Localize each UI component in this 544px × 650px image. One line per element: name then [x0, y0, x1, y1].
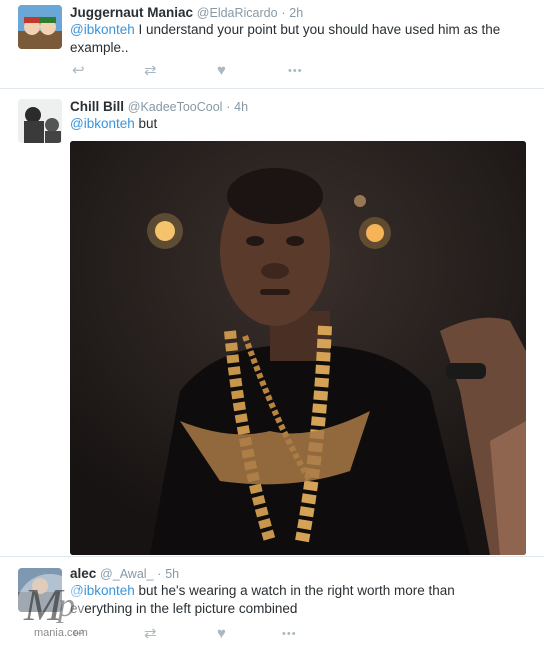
cartoon-avatar-icon: [18, 5, 62, 49]
separator: ·: [157, 567, 162, 581]
svg-text:p: p: [56, 587, 75, 624]
timestamp[interactable]: 2h: [289, 6, 303, 20]
reply-icon[interactable]: ↩: [72, 63, 85, 79]
mention-link[interactable]: @ibkonteh: [70, 116, 135, 131]
username[interactable]: @KadeeTooCool: [128, 100, 223, 114]
fullname[interactable]: Juggernaut Maniac: [70, 5, 193, 20]
retweet-icon[interactable]: ⇄: [144, 626, 157, 642]
separator: ·: [281, 6, 286, 20]
tweet-body: I understand your point but you should h…: [70, 22, 501, 55]
mention-link[interactable]: @ibkonteh: [70, 22, 135, 37]
like-icon[interactable]: ♥: [217, 63, 226, 79]
watermark-logo: M p mania.com: [8, 566, 98, 646]
watermark-logo-icon: M p mania.com: [16, 574, 88, 642]
timestamp[interactable]: 4h: [234, 100, 248, 114]
tweet-body: but: [134, 116, 158, 131]
tweet-text: @ibkonteh I understand your point but yo…: [70, 21, 520, 57]
more-icon[interactable]: •••: [288, 63, 303, 79]
timestamp[interactable]: 5h: [165, 567, 179, 581]
tweet-header: Chill Bill @KadeeTooCool · 4h: [70, 99, 248, 114]
tweet-text: @ibkonteh but: [70, 115, 520, 133]
separator: ·: [226, 100, 231, 114]
like-icon[interactable]: ♥: [217, 626, 226, 642]
more-icon[interactable]: •••: [282, 626, 297, 642]
tweet-media-photo[interactable]: [70, 141, 526, 555]
tweet-text: @ibkonteh but he's wearing a watch in th…: [70, 582, 520, 618]
tweet-header: Juggernaut Maniac @EldaRicardo · 2h: [70, 5, 303, 20]
photo-image: [70, 141, 526, 555]
retweet-icon[interactable]: ⇄: [144, 63, 157, 79]
fullname[interactable]: Chill Bill: [70, 99, 124, 114]
username[interactable]: @_Awal_: [100, 567, 153, 581]
svg-text:mania.com: mania.com: [34, 627, 88, 639]
avatar[interactable]: [18, 99, 62, 143]
tweet-1[interactable]: Juggernaut Maniac @EldaRicardo · 2h @ibk…: [0, 0, 544, 89]
avatar[interactable]: [18, 5, 62, 49]
username[interactable]: @EldaRicardo: [197, 6, 278, 20]
photo-avatar-icon: [18, 99, 62, 143]
